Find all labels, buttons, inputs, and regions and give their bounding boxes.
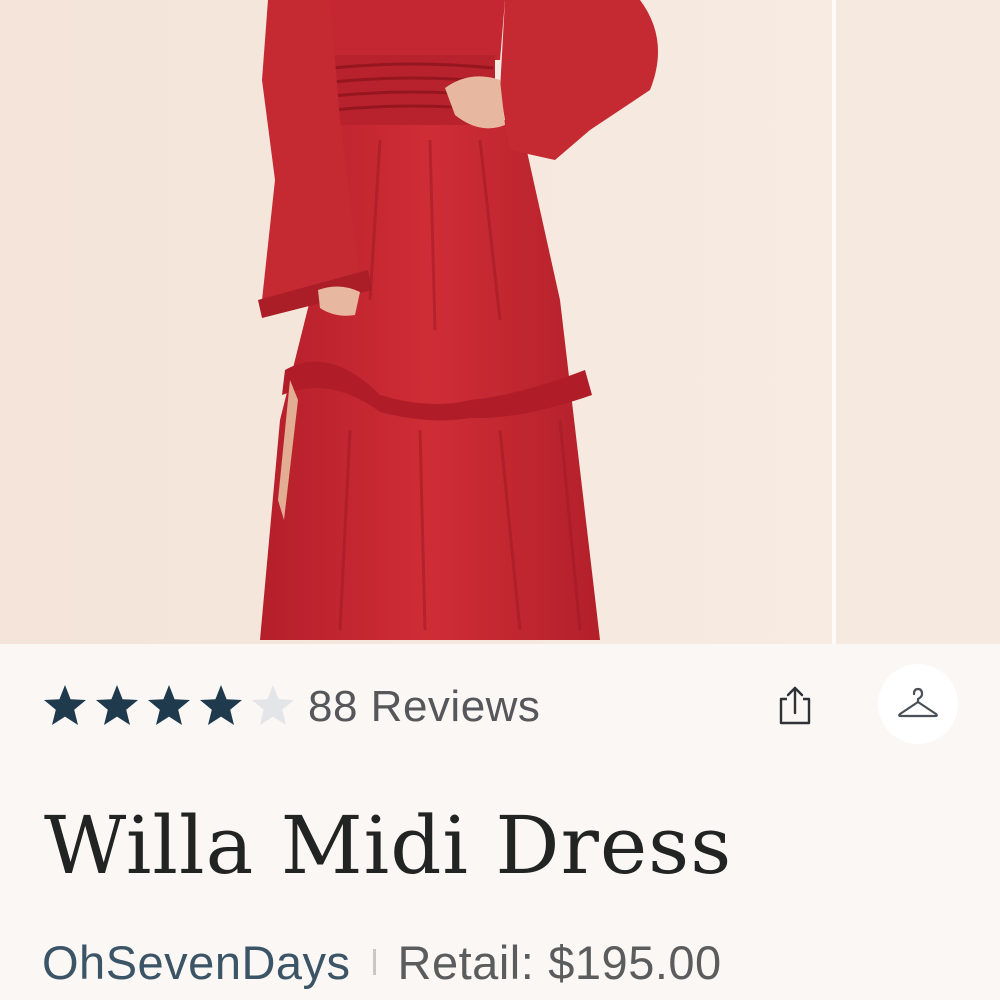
brand-link[interactable]: OhSevenDays <box>42 935 351 990</box>
share-button[interactable] <box>768 678 822 732</box>
reviews-link[interactable]: 88 Reviews <box>308 680 540 734</box>
star-empty-icon <box>252 685 294 725</box>
star-filled-icon <box>44 685 86 725</box>
product-image-main[interactable] <box>0 0 832 644</box>
retail-label: Retail: <box>397 935 535 989</box>
dress-photo <box>0 0 832 644</box>
rating-stars[interactable] <box>42 682 302 728</box>
product-image-carousel[interactable] <box>0 0 1000 644</box>
retail-price-text: Retail: $195.00 <box>398 935 722 990</box>
product-title: Willa Midi Dress <box>44 799 733 892</box>
share-icon <box>779 686 811 725</box>
star-filled-icon <box>200 685 242 725</box>
retail-price: $195.00 <box>548 935 722 989</box>
product-image-next[interactable] <box>836 0 1000 644</box>
hanger-icon <box>898 687 938 718</box>
brand-divider <box>372 949 376 975</box>
brand-retail-row: OhSevenDays Retail: $195.00 <box>42 932 722 992</box>
next-photo <box>836 0 1000 644</box>
add-to-closet-button[interactable] <box>878 664 958 744</box>
star-filled-icon <box>96 685 138 725</box>
star-filled-icon <box>148 685 190 725</box>
